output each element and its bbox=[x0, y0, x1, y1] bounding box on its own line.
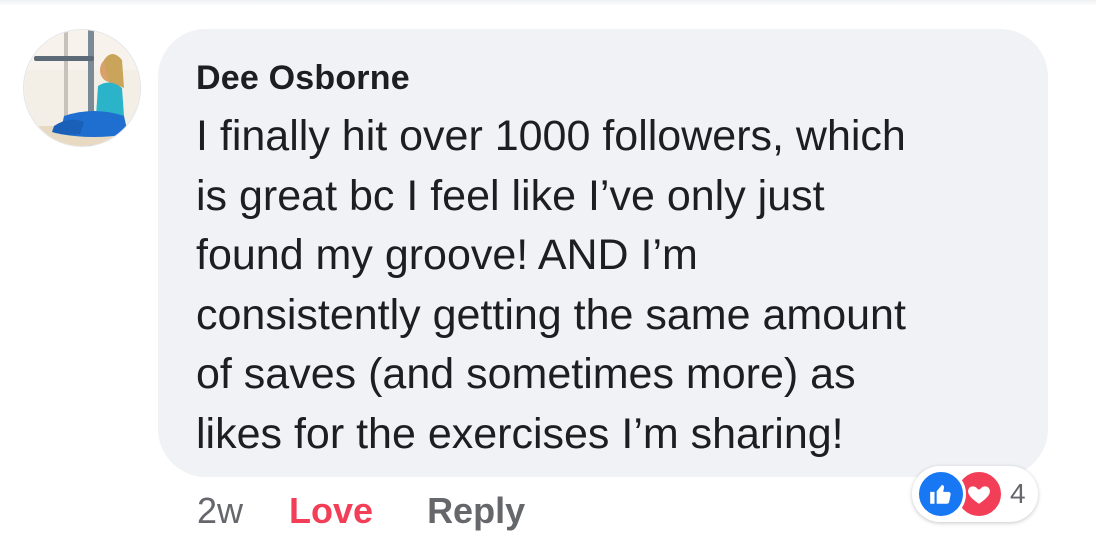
comment-bubble: Dee Osborne I finally hit over 1000 foll… bbox=[158, 29, 1048, 477]
like-icon bbox=[916, 469, 966, 519]
timestamp[interactable]: 2w bbox=[197, 490, 243, 532]
author-name[interactable]: Dee Osborne bbox=[196, 59, 410, 98]
love-button[interactable]: Love bbox=[289, 490, 373, 532]
reply-button[interactable]: Reply bbox=[427, 490, 525, 532]
comment-text: I finally hit over 1000 followers, which… bbox=[196, 112, 906, 458]
avatar[interactable] bbox=[23, 29, 141, 147]
comment: Dee Osborne I finally hit over 1000 foll… bbox=[0, 0, 1096, 557]
reactions-summary[interactable]: 4 bbox=[912, 466, 1038, 522]
avatar-image bbox=[24, 30, 140, 146]
comment-actions: 2w Love Reply bbox=[197, 488, 579, 534]
reaction-count: 4 bbox=[1010, 478, 1026, 509]
